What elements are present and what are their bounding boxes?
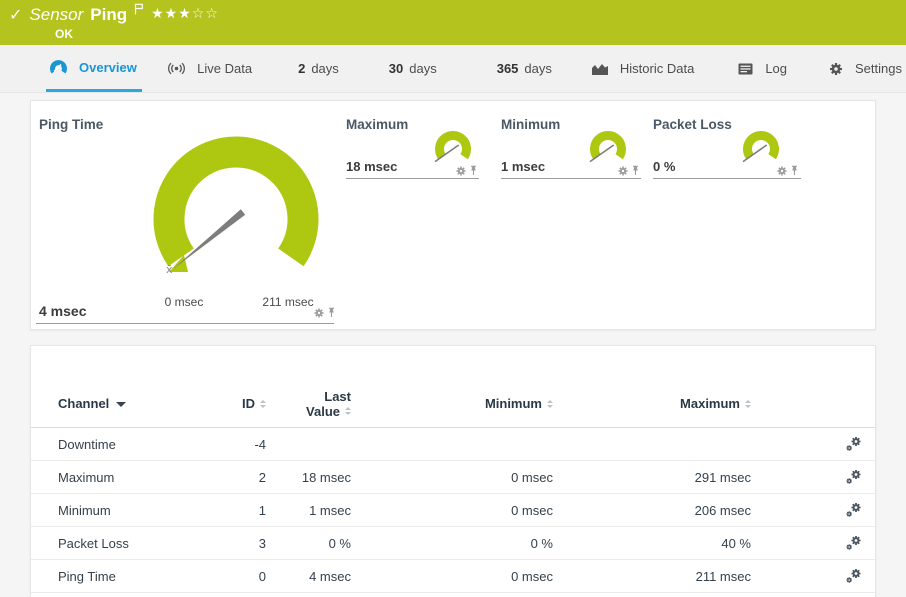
column-header-maximum[interactable]: Maximum — [553, 396, 751, 411]
tab-label: days — [311, 61, 338, 76]
channels-table-card: Channel ID Last Value Minimum Maximum Do… — [30, 345, 876, 597]
panel-gear-icon[interactable] — [314, 308, 324, 318]
channel-name: Packet Loss — [58, 536, 238, 551]
tab-2-days[interactable]: 2days — [294, 45, 343, 92]
tab-live-data[interactable]: Live Data — [164, 45, 256, 92]
channel-minimum: 0 % — [351, 536, 553, 551]
flag-icon[interactable] — [134, 2, 144, 20]
channel-maximum: 291 msec — [553, 470, 751, 485]
channel-maximum: 40 % — [553, 536, 751, 551]
channel-settings-icon[interactable] — [846, 535, 862, 551]
tab-overview[interactable]: Overview — [46, 45, 142, 92]
channel-name: Minimum — [58, 503, 238, 518]
table-row: Packet Loss 3 0 % 0 % 40 % — [31, 527, 875, 560]
panel-pin-icon[interactable] — [469, 165, 478, 176]
gauge-value: 4 msec — [39, 303, 86, 319]
gauge-title: Minimum — [501, 117, 560, 132]
channel-name: Maximum — [58, 470, 238, 485]
tab-365-days[interactable]: 365days — [493, 45, 556, 92]
channel-maximum: 206 msec — [553, 503, 751, 518]
channel-name: Downtime — [58, 437, 238, 452]
channel-settings-icon[interactable] — [846, 436, 862, 452]
live-data-icon — [168, 62, 185, 75]
sort-arrows-icon — [745, 400, 751, 408]
gear-icon — [829, 62, 843, 76]
channel-id: 1 — [238, 503, 266, 518]
channel-last-value: 1 msec — [266, 503, 351, 518]
tab-label: Live Data — [197, 61, 252, 76]
gauge-scale-min: 0 msec — [165, 295, 204, 309]
gauge-value: 0 % — [653, 159, 675, 174]
table-header-row: Channel ID Last Value Minimum Maximum — [31, 346, 875, 428]
column-header-minimum[interactable]: Minimum — [351, 396, 553, 411]
channel-last-value: 4 msec — [266, 569, 351, 584]
sensor-header: ✓ Sensor Ping ★★★☆☆ OK — [0, 0, 906, 45]
log-list-icon — [738, 63, 753, 75]
gauges-card: Ping Time x̄ 0 msec 211 msec 4 msec Maxi… — [30, 100, 876, 330]
status-badge: OK — [55, 27, 73, 41]
column-header-channel[interactable]: Channel — [58, 396, 238, 411]
sensor-kind-label: Sensor — [29, 5, 83, 25]
table-row: Ping Time 0 4 msec 0 msec 211 msec — [31, 560, 875, 593]
column-header-id[interactable]: ID — [238, 396, 266, 411]
gauge-title: Packet Loss — [653, 117, 732, 132]
tab-label: Overview — [79, 60, 137, 75]
channel-maximum: 211 msec — [553, 569, 751, 584]
tab-settings[interactable]: Settings — [825, 45, 906, 92]
channel-last-value: 18 msec — [266, 470, 351, 485]
tab-label: days — [409, 61, 436, 76]
sensor-title: Ping — [90, 5, 127, 25]
channel-id: 2 — [238, 470, 266, 485]
channel-last-value: 0 % — [266, 536, 351, 551]
channel-id: 3 — [238, 536, 266, 551]
gauge-icon — [50, 59, 67, 75]
gauge-value: 1 msec — [501, 159, 545, 174]
channel-settings-icon[interactable] — [846, 568, 862, 584]
channel-id: 0 — [238, 569, 266, 584]
column-header-last-value[interactable]: Last Value — [266, 389, 351, 419]
tab-log[interactable]: Log — [734, 45, 791, 92]
table-row: Maximum 2 18 msec 0 msec 291 msec — [31, 461, 875, 494]
panel-gear-icon[interactable] — [618, 166, 628, 176]
panel-gear-icon[interactable] — [456, 166, 466, 176]
tab-label: Settings — [855, 61, 902, 76]
panel-pin-icon[interactable] — [327, 307, 336, 318]
tab-bar: Overview Live Data 2days 30days 365days … — [0, 45, 906, 93]
channel-minimum: 0 msec — [351, 569, 553, 584]
gauge-title: Maximum — [346, 117, 408, 132]
tab-30-days[interactable]: 30days — [385, 45, 441, 92]
tab-label: Log — [765, 61, 787, 76]
channel-name: Ping Time — [58, 569, 238, 584]
channel-id: -4 — [238, 437, 266, 452]
ping-time-gauge — [149, 131, 339, 301]
table-row: Minimum 1 1 msec 0 msec 206 msec — [31, 494, 875, 527]
sort-caret-icon — [116, 402, 126, 412]
panel-gear-icon[interactable] — [777, 166, 787, 176]
channel-settings-icon[interactable] — [846, 502, 862, 518]
table-row: Downtime -4 — [31, 428, 875, 461]
channel-settings-icon[interactable] — [846, 469, 862, 485]
gauge-value: 18 msec — [346, 159, 397, 174]
panel-pin-icon[interactable] — [790, 165, 799, 176]
gauge-scale-max: 211 msec — [262, 295, 313, 309]
average-marker: x̄ — [166, 263, 173, 276]
channel-minimum: 0 msec — [351, 470, 553, 485]
tab-label: days — [524, 61, 551, 76]
panel-pin-icon[interactable] — [631, 165, 640, 176]
area-chart-icon — [592, 63, 608, 75]
tab-historic-data[interactable]: Historic Data — [588, 45, 698, 92]
priority-stars[interactable]: ★★★☆☆ — [151, 6, 219, 22]
gauge-title: Ping Time — [39, 117, 103, 132]
ok-check-icon: ✓ — [9, 6, 22, 24]
tab-label: Historic Data — [620, 61, 694, 76]
channel-minimum: 0 msec — [351, 503, 553, 518]
